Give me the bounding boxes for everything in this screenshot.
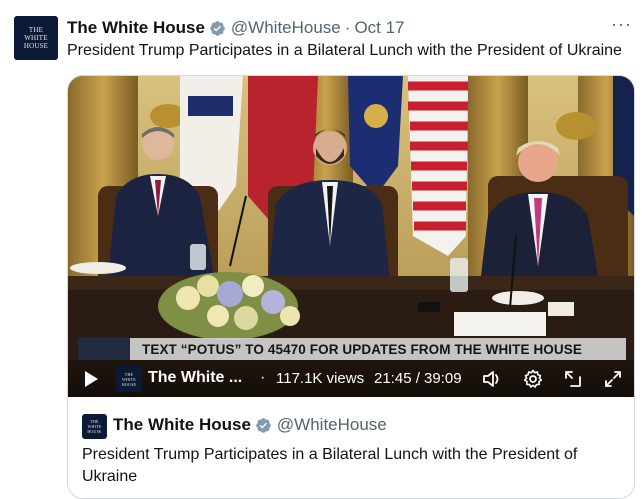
play-icon[interactable] [82, 370, 100, 388]
link-card-footer[interactable]: THE WHITE HOUSE The White House @WhiteHo… [68, 397, 634, 498]
separator-dot: · [344, 18, 351, 37]
card-author-avatar[interactable]: THE WHITE HOUSE [82, 414, 107, 439]
avatar-logo-line: HOUSE [87, 429, 102, 434]
settings-gear-icon[interactable] [523, 369, 543, 389]
avatar-logo-line: WHITE [24, 34, 48, 42]
video-title[interactable]: The White ... [148, 369, 242, 387]
author-avatar[interactable]: THE WHITE HOUSE [14, 16, 58, 60]
video-card[interactable]: TEXT “POTUS” TO 45470 FOR UPDATES FROM T… [67, 75, 635, 499]
video-player[interactable]: TEXT “POTUS” TO 45470 FOR UPDATES FROM T… [68, 76, 634, 397]
card-header: The White House @WhiteHouse [113, 415, 387, 435]
tweet-date[interactable]: Oct 17 [354, 18, 404, 38]
video-banner-text: TEXT “POTUS” TO 45470 FOR UPDATES FROM T… [78, 338, 626, 360]
card-text: President Trump Participates in a Bilate… [82, 446, 578, 485]
more-options-icon[interactable]: ··· [611, 14, 632, 35]
fullscreen-icon[interactable] [603, 369, 623, 389]
video-time: 21:45 / 39:09 [374, 370, 462, 387]
avatar-logo-line: HOUSE [121, 381, 137, 387]
card-author-handle[interactable]: @WhiteHouse [277, 415, 387, 435]
author-name[interactable]: The White House [67, 18, 205, 38]
avatar-logo-line: THE [28, 26, 44, 34]
verified-badge-icon [256, 417, 271, 433]
verified-badge-icon [210, 20, 225, 36]
video-controls-bar: THE WHITE HOUSE The White ... · 117.1K v… [68, 360, 634, 397]
author-handle[interactable]: @WhiteHouse [231, 18, 341, 38]
volume-icon[interactable] [482, 369, 502, 389]
tweet-header: The White House @WhiteHouse · Oct 17 [67, 17, 405, 39]
tweet-text: President Trump Participates in a Bilate… [67, 42, 622, 59]
video-views: 117.1K views [276, 370, 365, 387]
avatar-logo-line: HOUSE [23, 42, 49, 50]
card-author-name[interactable]: The White House [113, 415, 251, 435]
video-author-avatar[interactable]: THE WHITE HOUSE [116, 366, 142, 392]
popout-icon[interactable] [563, 369, 583, 389]
video-separator: · [260, 369, 266, 386]
